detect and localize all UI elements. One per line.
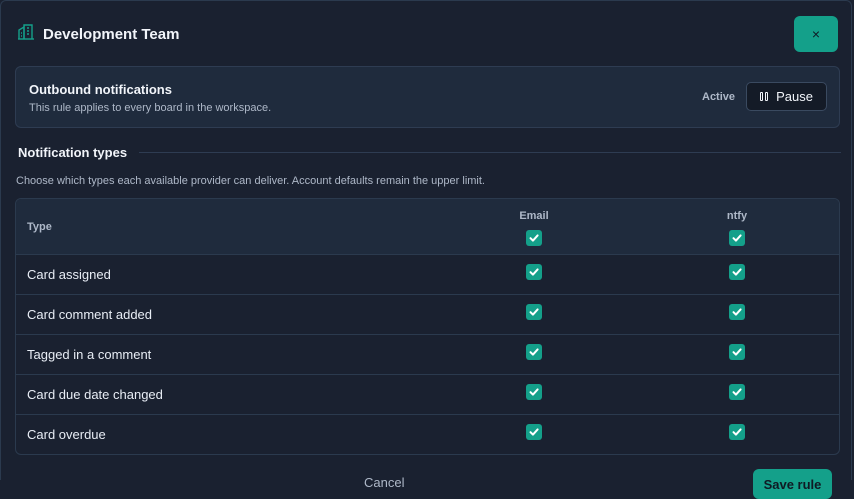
column-header-ntfy: ntfy [726, 210, 748, 222]
modal-title: Development Team [43, 25, 180, 43]
modal-header: Development Team [17, 23, 179, 45]
select-all-email-checkbox[interactable] [526, 230, 542, 246]
notification-rule-modal: Development Team × Outbound notification… [0, 0, 852, 499]
rule-title: Outbound notifications [29, 82, 172, 97]
email-checkbox[interactable] [526, 344, 542, 360]
ntfy-checkbox[interactable] [729, 384, 745, 400]
checkmark-icon [529, 268, 539, 276]
building-icon [17, 23, 35, 46]
checkmark-icon [732, 348, 742, 356]
checkmark-icon [529, 234, 539, 242]
section-title: Notification types [18, 144, 128, 160]
checkmark-icon [732, 388, 742, 396]
pause-button[interactable]: Pause [746, 82, 827, 111]
pause-button-label: Pause [776, 89, 813, 104]
column-header-type: Type [27, 221, 52, 233]
table-row: Tagged in a comment [16, 335, 839, 375]
checkmark-icon [732, 428, 742, 436]
rule-description: This rule applies to every board in the … [29, 102, 272, 114]
ntfy-checkbox[interactable] [729, 264, 745, 280]
close-button[interactable]: × [794, 16, 838, 52]
table-row: Card due date changed [16, 375, 839, 415]
save-button[interactable]: Save rule [753, 469, 832, 499]
table-row: Card assigned [16, 255, 839, 295]
status-badge: Active [702, 91, 736, 103]
row-label: Card overdue [27, 427, 106, 442]
section-divider [139, 151, 841, 153]
notification-types-table: Type Email ntfy Card assigned Card comme… [15, 198, 840, 455]
table-header: Type Email ntfy [16, 199, 839, 255]
checkmark-icon [732, 268, 742, 276]
row-label: Tagged in a comment [27, 347, 152, 362]
ntfy-checkbox[interactable] [729, 304, 745, 320]
email-checkbox[interactable] [526, 424, 542, 440]
ntfy-checkbox[interactable] [729, 424, 745, 440]
email-checkbox[interactable] [526, 304, 542, 320]
rule-summary-card: Outbound notifications This rule applies… [15, 66, 840, 128]
email-checkbox[interactable] [526, 384, 542, 400]
section-description: Choose which types each available provid… [16, 175, 485, 187]
column-header-email: Email [519, 210, 549, 222]
select-all-ntfy-checkbox[interactable] [729, 230, 745, 246]
section-heading: Notification types [18, 144, 841, 160]
checkmark-icon [732, 234, 742, 242]
checkmark-icon [529, 388, 539, 396]
row-label: Card comment added [27, 307, 153, 322]
cancel-button[interactable]: Cancel [364, 475, 404, 490]
checkmark-icon [529, 308, 539, 316]
checkmark-icon [732, 308, 742, 316]
row-label: Card assigned [27, 267, 111, 282]
pause-icon [760, 92, 769, 101]
table-row: Card comment added [16, 295, 839, 335]
close-icon: × [811, 26, 821, 42]
table-row: Card overdue [16, 415, 839, 454]
checkmark-icon [529, 348, 539, 356]
ntfy-checkbox[interactable] [729, 344, 745, 360]
row-label: Card due date changed [27, 387, 163, 402]
checkmark-icon [529, 428, 539, 436]
email-checkbox[interactable] [526, 264, 542, 280]
